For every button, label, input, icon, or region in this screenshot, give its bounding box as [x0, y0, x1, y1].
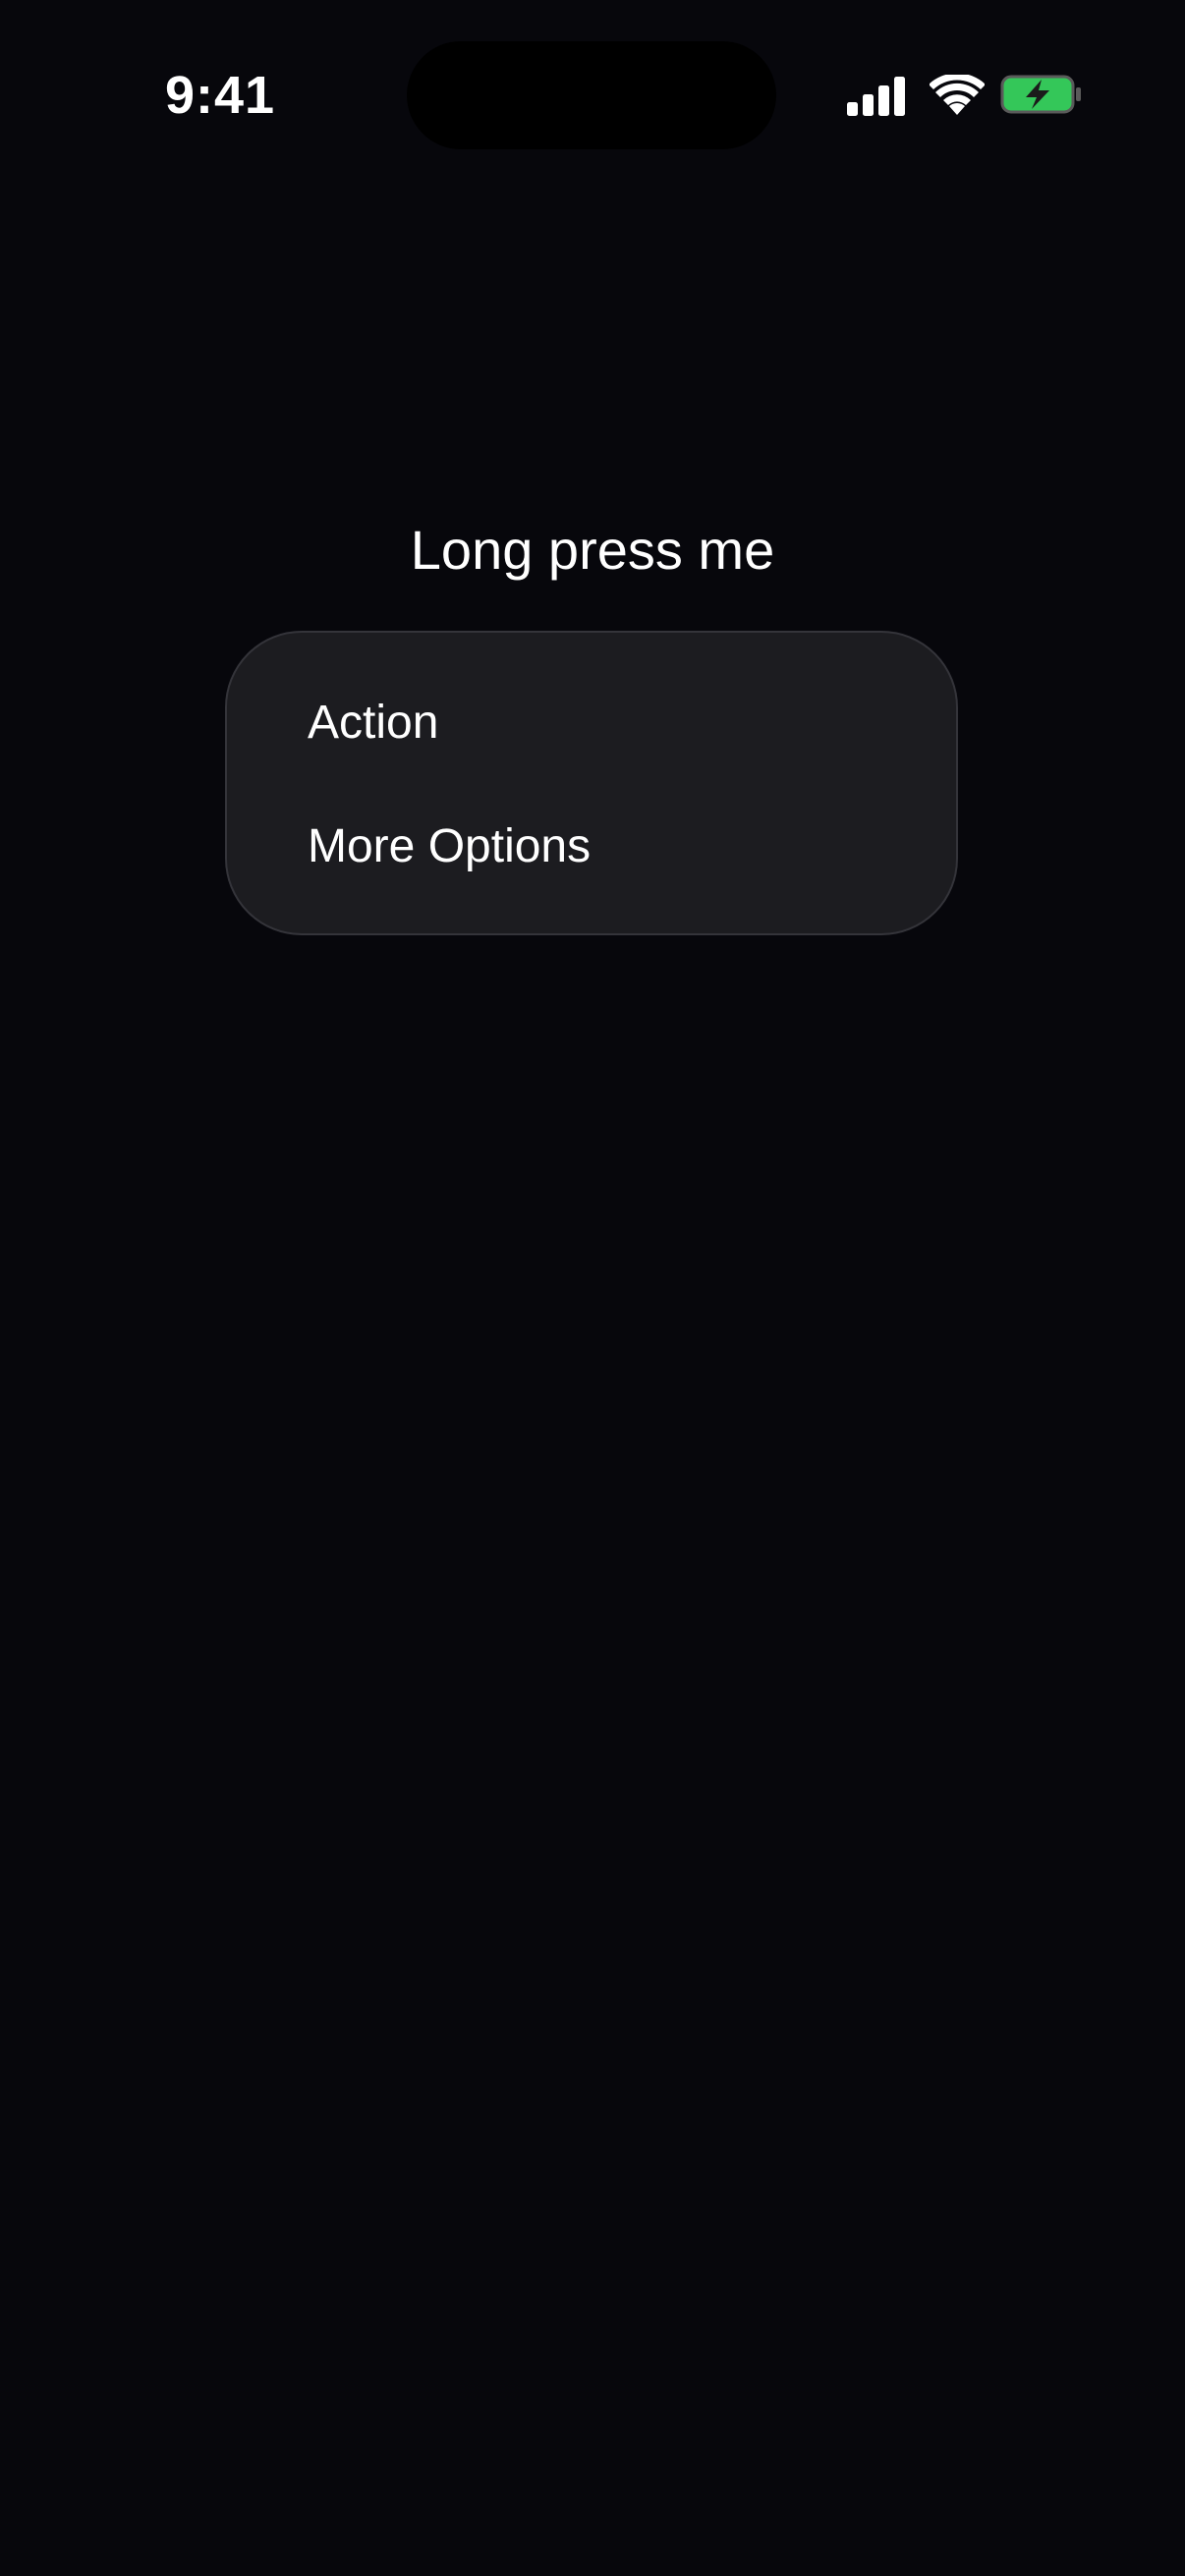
dynamic-island	[407, 41, 776, 149]
battery-charging-icon	[1000, 75, 1081, 114]
wifi-icon	[930, 75, 985, 115]
status-icons	[847, 71, 1083, 120]
screen: 9:41 Long press me Action More Options	[0, 0, 1185, 2576]
long-press-target[interactable]: Long press me	[0, 511, 1185, 589]
menu-item-more-options[interactable]: More Options	[308, 815, 591, 878]
cellular-signal-icon	[847, 77, 905, 116]
context-menu: Action More Options	[225, 631, 958, 935]
status-time: 9:41	[165, 66, 276, 125]
menu-item-action[interactable]: Action	[308, 692, 438, 755]
